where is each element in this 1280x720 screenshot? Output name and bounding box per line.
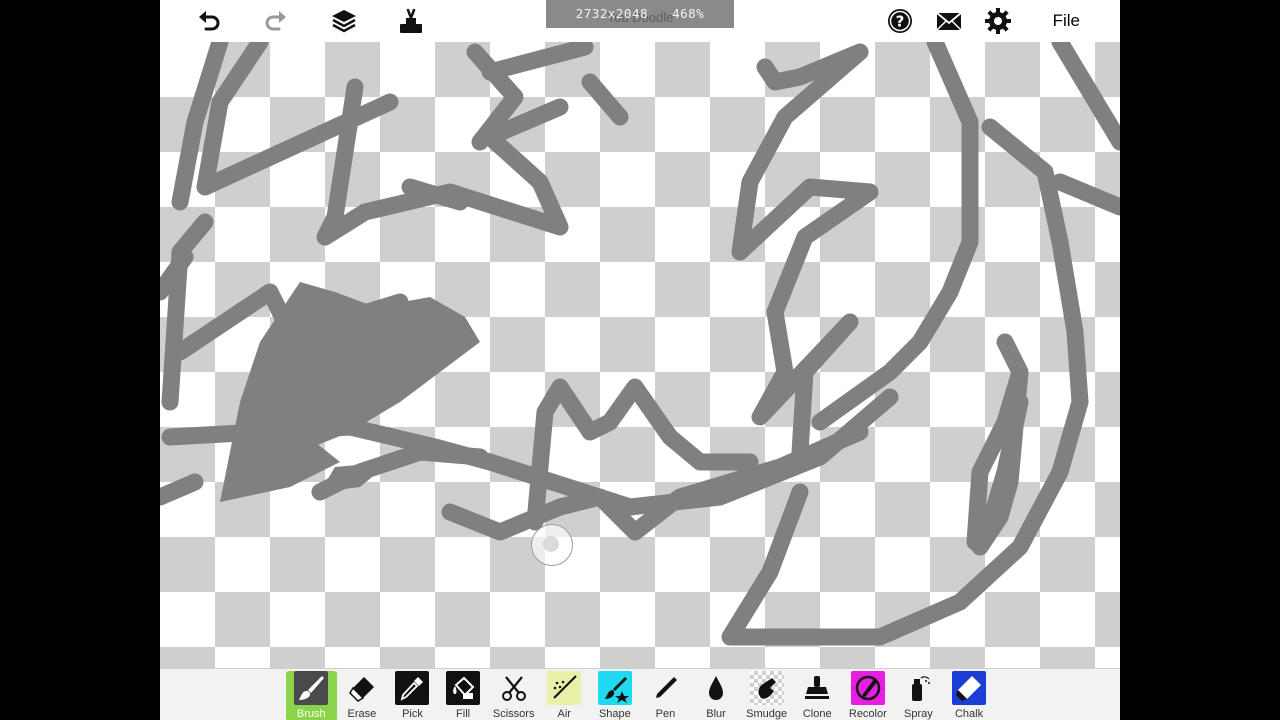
tool-label: Spray [904, 708, 933, 720]
brush-cursor [531, 524, 573, 566]
tool-shape[interactable]: Shape [590, 671, 641, 720]
undo-button[interactable] [192, 4, 226, 38]
tool-scissors[interactable]: Scissors [488, 671, 539, 720]
tool-label: Smudge [746, 708, 788, 720]
tool-label: Erase [347, 708, 377, 720]
bottom-tool-bar: Brush Erase Pick Fill Scissors Air Shape… [160, 668, 1120, 720]
tool-label: Chalk [954, 708, 984, 720]
undo-icon [199, 11, 220, 31]
brush-icon [294, 671, 329, 705]
tool-fill[interactable]: Fill [438, 671, 489, 720]
zoom-level: 468% [672, 6, 705, 21]
eraser-icon [345, 671, 379, 705]
blur-drop-icon [699, 671, 733, 705]
svg-text:?: ? [896, 13, 905, 31]
pen-icon [648, 671, 682, 705]
tool-spray[interactable]: Spray [893, 671, 944, 720]
tool-label: Air [557, 708, 571, 720]
tool-erase[interactable]: Erase [337, 671, 388, 720]
tool-label: Scissors [492, 708, 535, 720]
tool-label: Blur [706, 708, 726, 720]
tool-chalk[interactable]: Chalk [944, 671, 995, 720]
brush-tools-icon [400, 8, 422, 33]
spray-can-icon [901, 671, 935, 705]
help-icon: ? [888, 9, 912, 33]
tool-label: Clone [802, 708, 832, 720]
airbrush-icon [547, 671, 582, 705]
mail-button[interactable] [932, 4, 966, 38]
tool-clone[interactable]: Clone [792, 671, 843, 720]
tool-label: Shape [598, 708, 631, 720]
brush-settings-button[interactable] [394, 4, 428, 38]
redo-button[interactable] [259, 4, 293, 38]
layers-button[interactable] [327, 4, 361, 38]
layers-icon [332, 10, 356, 33]
tool-smudge[interactable]: Smudge [741, 671, 792, 720]
paint-bucket-icon [446, 671, 481, 705]
tool-label: Pen [655, 708, 676, 720]
tool-label: Pick [402, 708, 423, 720]
tool-pick[interactable]: Pick [387, 671, 438, 720]
mail-icon [936, 12, 962, 31]
scissors-icon [497, 671, 531, 705]
tool-blur[interactable]: Blur [691, 671, 742, 720]
app-window: You Doodle 2732x2048 468% ? File Brush E… [160, 0, 1120, 720]
tool-recolor[interactable]: Recolor [843, 671, 894, 720]
file-menu-button[interactable]: File [1053, 0, 1080, 42]
help-button[interactable]: ? [883, 4, 917, 38]
eyedropper-icon [395, 671, 430, 705]
clone-stamp-icon [800, 671, 834, 705]
doodle-strokes [160, 42, 1120, 646]
tool-pen[interactable]: Pen [640, 671, 691, 720]
tool-brush[interactable]: Brush [286, 671, 337, 720]
gear-icon [985, 8, 1011, 34]
chalk-icon [952, 671, 987, 705]
tool-label: Fill [456, 708, 471, 720]
settings-button[interactable] [981, 4, 1015, 38]
drawing-canvas[interactable] [160, 42, 1120, 668]
tool-label: Brush [296, 708, 326, 720]
tool-air[interactable]: Air [539, 671, 590, 720]
smudge-icon [749, 671, 784, 705]
recolor-icon [850, 671, 885, 705]
canvas-size: 2732x2048 [575, 6, 649, 21]
redo-icon [265, 11, 286, 31]
tool-label: Recolor [848, 708, 887, 720]
shape-icon [597, 671, 632, 705]
canvas-info-badge: You Doodle 2732x2048 468% [546, 0, 734, 28]
top-toolbar: You Doodle 2732x2048 468% ? File [160, 0, 1120, 42]
